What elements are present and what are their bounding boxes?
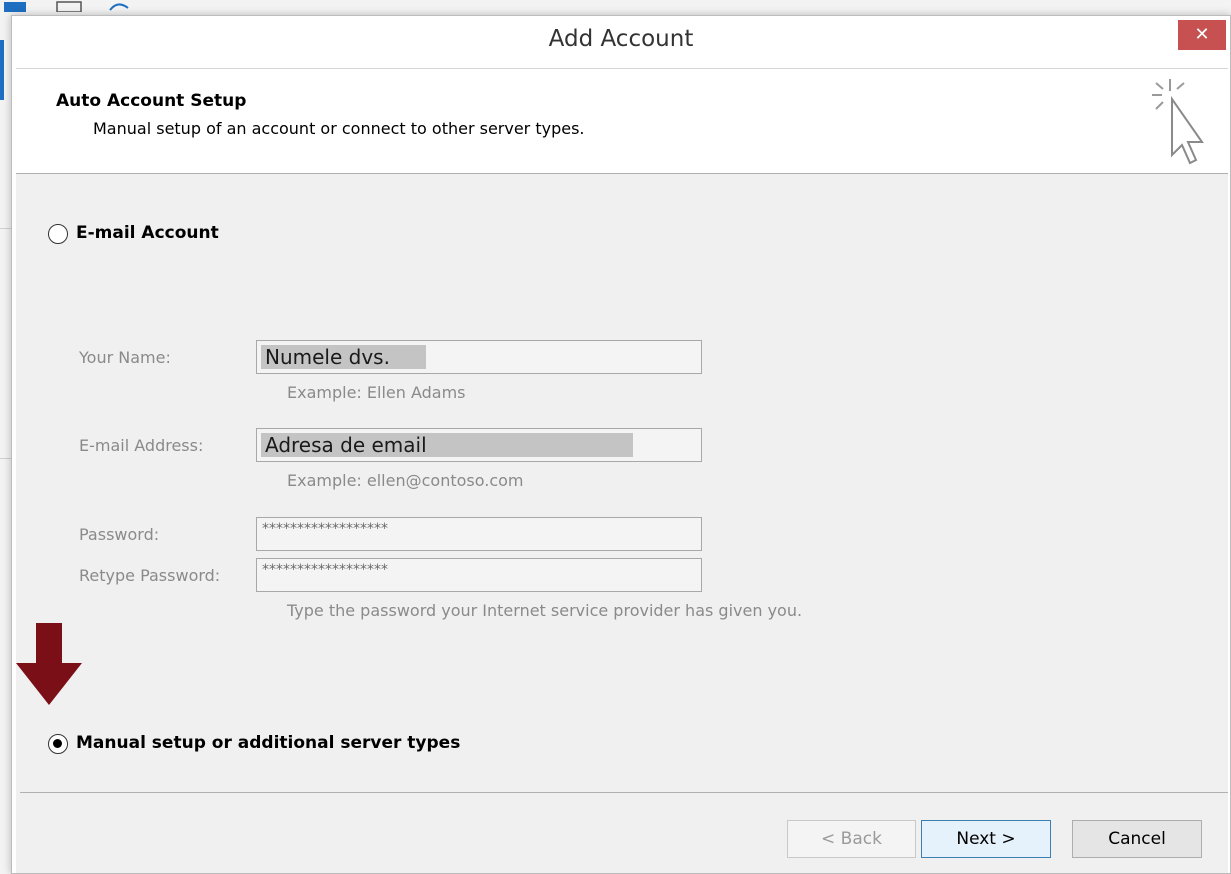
outlook-icon (4, 2, 26, 12)
retype-password-value: ****************** (262, 562, 388, 578)
email-address-example: Example: ellen@contoso.com (287, 471, 524, 490)
cancel-button[interactable]: Cancel (1072, 820, 1202, 858)
next-button[interactable]: Next > (921, 820, 1051, 858)
header-subtitle: Manual setup of an account or connect to… (93, 119, 585, 138)
your-name-input[interactable]: Numele dvs. (256, 340, 702, 374)
background-accent (0, 40, 4, 100)
dialog-title: Add Account (548, 26, 694, 52)
password-input[interactable]: ****************** (256, 517, 702, 551)
email-address-label: E-mail Address: (79, 436, 204, 455)
header-panel: Auto Account Setup Manual setup of an ac… (16, 68, 1228, 174)
undo-icon (109, 3, 129, 11)
back-button[interactable]: < Back (787, 820, 916, 858)
cursor-sparkle-icon (1152, 79, 1204, 165)
dialog-titlebar[interactable]: Add Account ✕ (12, 16, 1230, 68)
password-hint: Type the password your Internet service … (287, 601, 803, 620)
footer-separator (20, 792, 1228, 793)
password-value: ****************** (262, 521, 388, 537)
your-name-value: Numele dvs. (261, 345, 426, 369)
window-icon (56, 1, 82, 12)
email-account-radio[interactable] (48, 224, 68, 244)
close-button[interactable]: ✕ (1178, 20, 1226, 50)
manual-setup-radio[interactable] (48, 734, 68, 754)
header-title: Auto Account Setup (56, 91, 247, 111)
add-account-dialog: Add Account ✕ Auto Account Setup Manual … (11, 15, 1231, 874)
email-account-label[interactable]: E-mail Account (76, 223, 219, 243)
email-address-input[interactable]: Adresa de email (256, 428, 702, 462)
manual-setup-label[interactable]: Manual setup or additional server types (76, 733, 460, 753)
radio-selected-dot (53, 739, 62, 748)
retype-password-label: Retype Password: (79, 566, 221, 585)
dialog-body: E-mail Account Your Name: Numele dvs. Ex… (16, 174, 1228, 873)
retype-password-input[interactable]: ****************** (256, 558, 702, 592)
your-name-example: Example: Ellen Adams (287, 383, 466, 402)
down-arrow-annotation-icon (16, 623, 82, 705)
password-label: Password: (79, 525, 160, 544)
email-address-value: Adresa de email (261, 433, 633, 457)
your-name-label: Your Name: (79, 348, 171, 367)
